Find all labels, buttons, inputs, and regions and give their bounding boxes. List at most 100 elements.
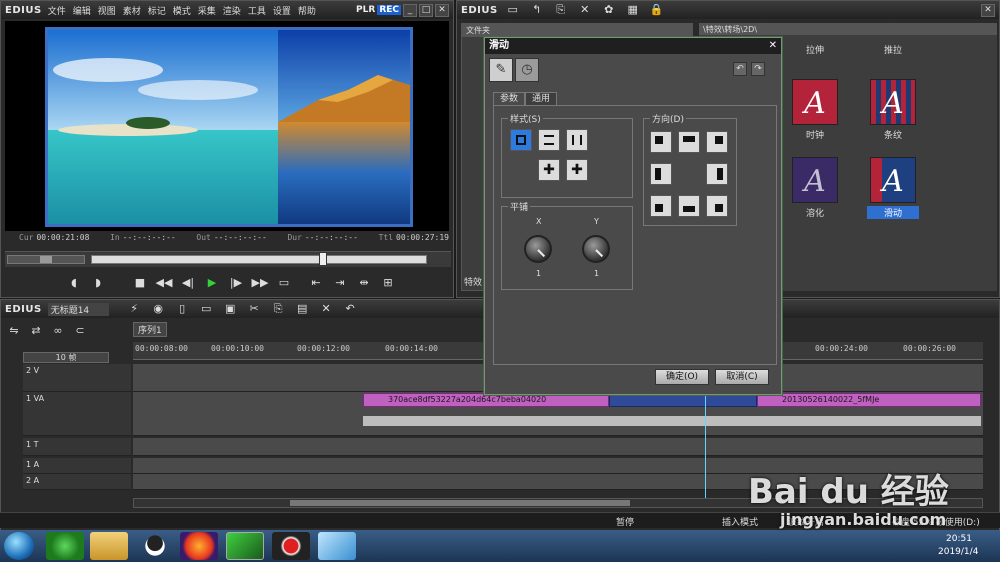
paste-icon[interactable]: ▤	[293, 300, 311, 318]
record-icon[interactable]	[272, 532, 310, 560]
fx-item-stretch[interactable]: 拉伸	[789, 29, 841, 56]
style-quad-alt-button[interactable]: ✚	[566, 159, 588, 181]
player-minimize-button[interactable]: _	[403, 3, 417, 17]
loop-icon[interactable]: ▭	[275, 274, 293, 292]
direction-bottom-left-button[interactable]	[650, 195, 672, 217]
fast-forward-icon[interactable]: ▶▶	[251, 274, 269, 292]
cancel-button[interactable]: 取消(C)	[715, 369, 769, 385]
app-icon[interactable]	[318, 532, 356, 560]
open-icon[interactable]: ▭	[197, 300, 215, 318]
rec-mode-button[interactable]: REC	[377, 5, 401, 15]
fx-item-push[interactable]: 推拉	[867, 29, 919, 56]
project-name[interactable]: 无标题14	[47, 302, 110, 316]
player-close-button[interactable]: ✕	[435, 3, 449, 17]
view-icon[interactable]: ▦	[624, 1, 642, 19]
tool-icon-4[interactable]: ⊂	[71, 322, 89, 340]
tool-icon-2[interactable]: ⇄	[27, 322, 45, 340]
menu-clip[interactable]: 素材	[123, 7, 141, 17]
firefox-icon[interactable]	[180, 532, 218, 560]
clip-1[interactable]: 370ace8df53227a204d64c7beba04020	[363, 393, 609, 407]
cut-clip-icon[interactable]: ✂	[245, 300, 263, 318]
transition-marker[interactable]	[609, 393, 757, 407]
x-tiling-knob[interactable]	[524, 235, 552, 263]
start-button-icon[interactable]	[4, 532, 34, 560]
stop-icon[interactable]: ■	[131, 274, 149, 292]
direction-bottom-button[interactable]	[678, 195, 700, 217]
delete-icon[interactable]: ✕	[317, 300, 335, 318]
fx-item-clock[interactable]: A 时钟	[789, 79, 841, 141]
step-forward-icon[interactable]: |▶	[227, 274, 245, 292]
menu-marker[interactable]: 标记	[148, 7, 166, 17]
tool-icon-1[interactable]: ⇋	[5, 322, 23, 340]
position-track[interactable]	[91, 255, 427, 264]
plr-mode-button[interactable]: PLR	[356, 5, 375, 15]
direction-bottom-right-button[interactable]	[706, 195, 728, 217]
redo-preset-icon[interactable]: ↷	[751, 62, 765, 76]
direction-right-button[interactable]	[706, 163, 728, 185]
tab-parameters[interactable]: 参数	[493, 92, 526, 106]
dialog-close-button[interactable]: ✕	[769, 38, 777, 54]
edius-icon[interactable]	[226, 532, 264, 560]
direction-top-right-button[interactable]	[706, 131, 728, 153]
tool-icon-3[interactable]: ∞	[49, 322, 67, 340]
export-icon[interactable]: ⊞	[379, 274, 397, 292]
palette-icon[interactable]: ✎	[489, 58, 513, 82]
menu-file[interactable]: 文件	[48, 7, 66, 17]
effect-icon[interactable]: ✿	[600, 1, 618, 19]
save-icon[interactable]: ▣	[221, 300, 239, 318]
set-in-icon[interactable]: ◖	[65, 274, 83, 292]
explorer-icon[interactable]	[90, 532, 128, 560]
tab-general[interactable]: 通用	[525, 92, 558, 106]
insert-icon[interactable]: ⇤	[307, 274, 325, 292]
style-horizontal-split-button[interactable]	[538, 129, 560, 151]
menu-capture[interactable]: 采集	[198, 7, 216, 17]
app-360-icon[interactable]	[46, 532, 84, 560]
track-lane-1t[interactable]	[133, 438, 983, 456]
replace-icon[interactable]: ⇹	[355, 274, 373, 292]
track-lane-1va[interactable]: 370ace8df53227a204d64c7beba04020 2013052…	[133, 392, 983, 436]
copy-clip-icon[interactable]: ⎘	[269, 300, 287, 318]
fx-item-dissolve[interactable]: A 溶化	[789, 157, 841, 219]
direction-top-left-button[interactable]	[650, 131, 672, 153]
menu-help[interactable]: 帮助	[298, 7, 316, 17]
shuttle-slider[interactable]	[7, 255, 85, 264]
position-knob[interactable]	[319, 252, 328, 266]
direction-top-button[interactable]	[678, 131, 700, 153]
ok-button[interactable]: 确定(O)	[655, 369, 709, 385]
rewind-icon[interactable]: ◀◀	[155, 274, 173, 292]
step-back-icon[interactable]: ◀|	[179, 274, 197, 292]
menu-tools[interactable]: 工具	[248, 7, 266, 17]
folder-icon[interactable]: ▭	[504, 1, 522, 19]
overwrite-icon[interactable]: ⇥	[331, 274, 349, 292]
effects-side-label[interactable]: 特效	[464, 275, 482, 288]
track-header-1va[interactable]: 1 VA	[23, 392, 131, 436]
sequence-tab[interactable]: 序列1	[133, 322, 167, 337]
qq-icon[interactable]	[136, 532, 174, 560]
menu-mode[interactable]: 模式	[173, 7, 191, 17]
play-icon[interactable]: ▶	[203, 274, 221, 292]
set-out-icon[interactable]: ◗	[89, 274, 107, 292]
cut-icon[interactable]: ✕	[576, 1, 594, 19]
magic-wand-icon[interactable]: ⚡	[125, 300, 143, 318]
undo-preset-icon[interactable]: ↶	[733, 62, 747, 76]
up-folder-icon[interactable]: ↰	[528, 1, 546, 19]
track-header-1t[interactable]: 1 T	[23, 438, 131, 456]
lock-icon[interactable]: 🔒	[648, 1, 666, 19]
menu-settings[interactable]: 设置	[273, 7, 291, 17]
snapshot-icon[interactable]: ◉	[149, 300, 167, 318]
clip-2[interactable]: 20130526140022_5fMJe	[757, 393, 981, 407]
menu-view[interactable]: 视图	[98, 7, 116, 17]
bin-close-button[interactable]: ✕	[981, 3, 995, 17]
fx-item-stripes[interactable]: A 条纹	[867, 79, 919, 141]
stopwatch-icon[interactable]: ◷	[515, 58, 539, 82]
track-header-1a[interactable]: 1 A	[23, 458, 131, 474]
track-header-2a[interactable]: 2 A	[23, 474, 131, 490]
track-header-2v[interactable]: 2 V	[23, 364, 131, 392]
undo-icon[interactable]: ↶	[341, 300, 359, 318]
menu-render[interactable]: 渲染	[223, 7, 241, 17]
player-maximize-button[interactable]: □	[419, 3, 433, 17]
fx-item-slide[interactable]: A 滑动	[867, 157, 919, 219]
style-vertical-split-button[interactable]	[566, 129, 588, 151]
new-icon[interactable]: ▯	[173, 300, 191, 318]
zoom-control[interactable]: 10 帧	[23, 352, 109, 363]
